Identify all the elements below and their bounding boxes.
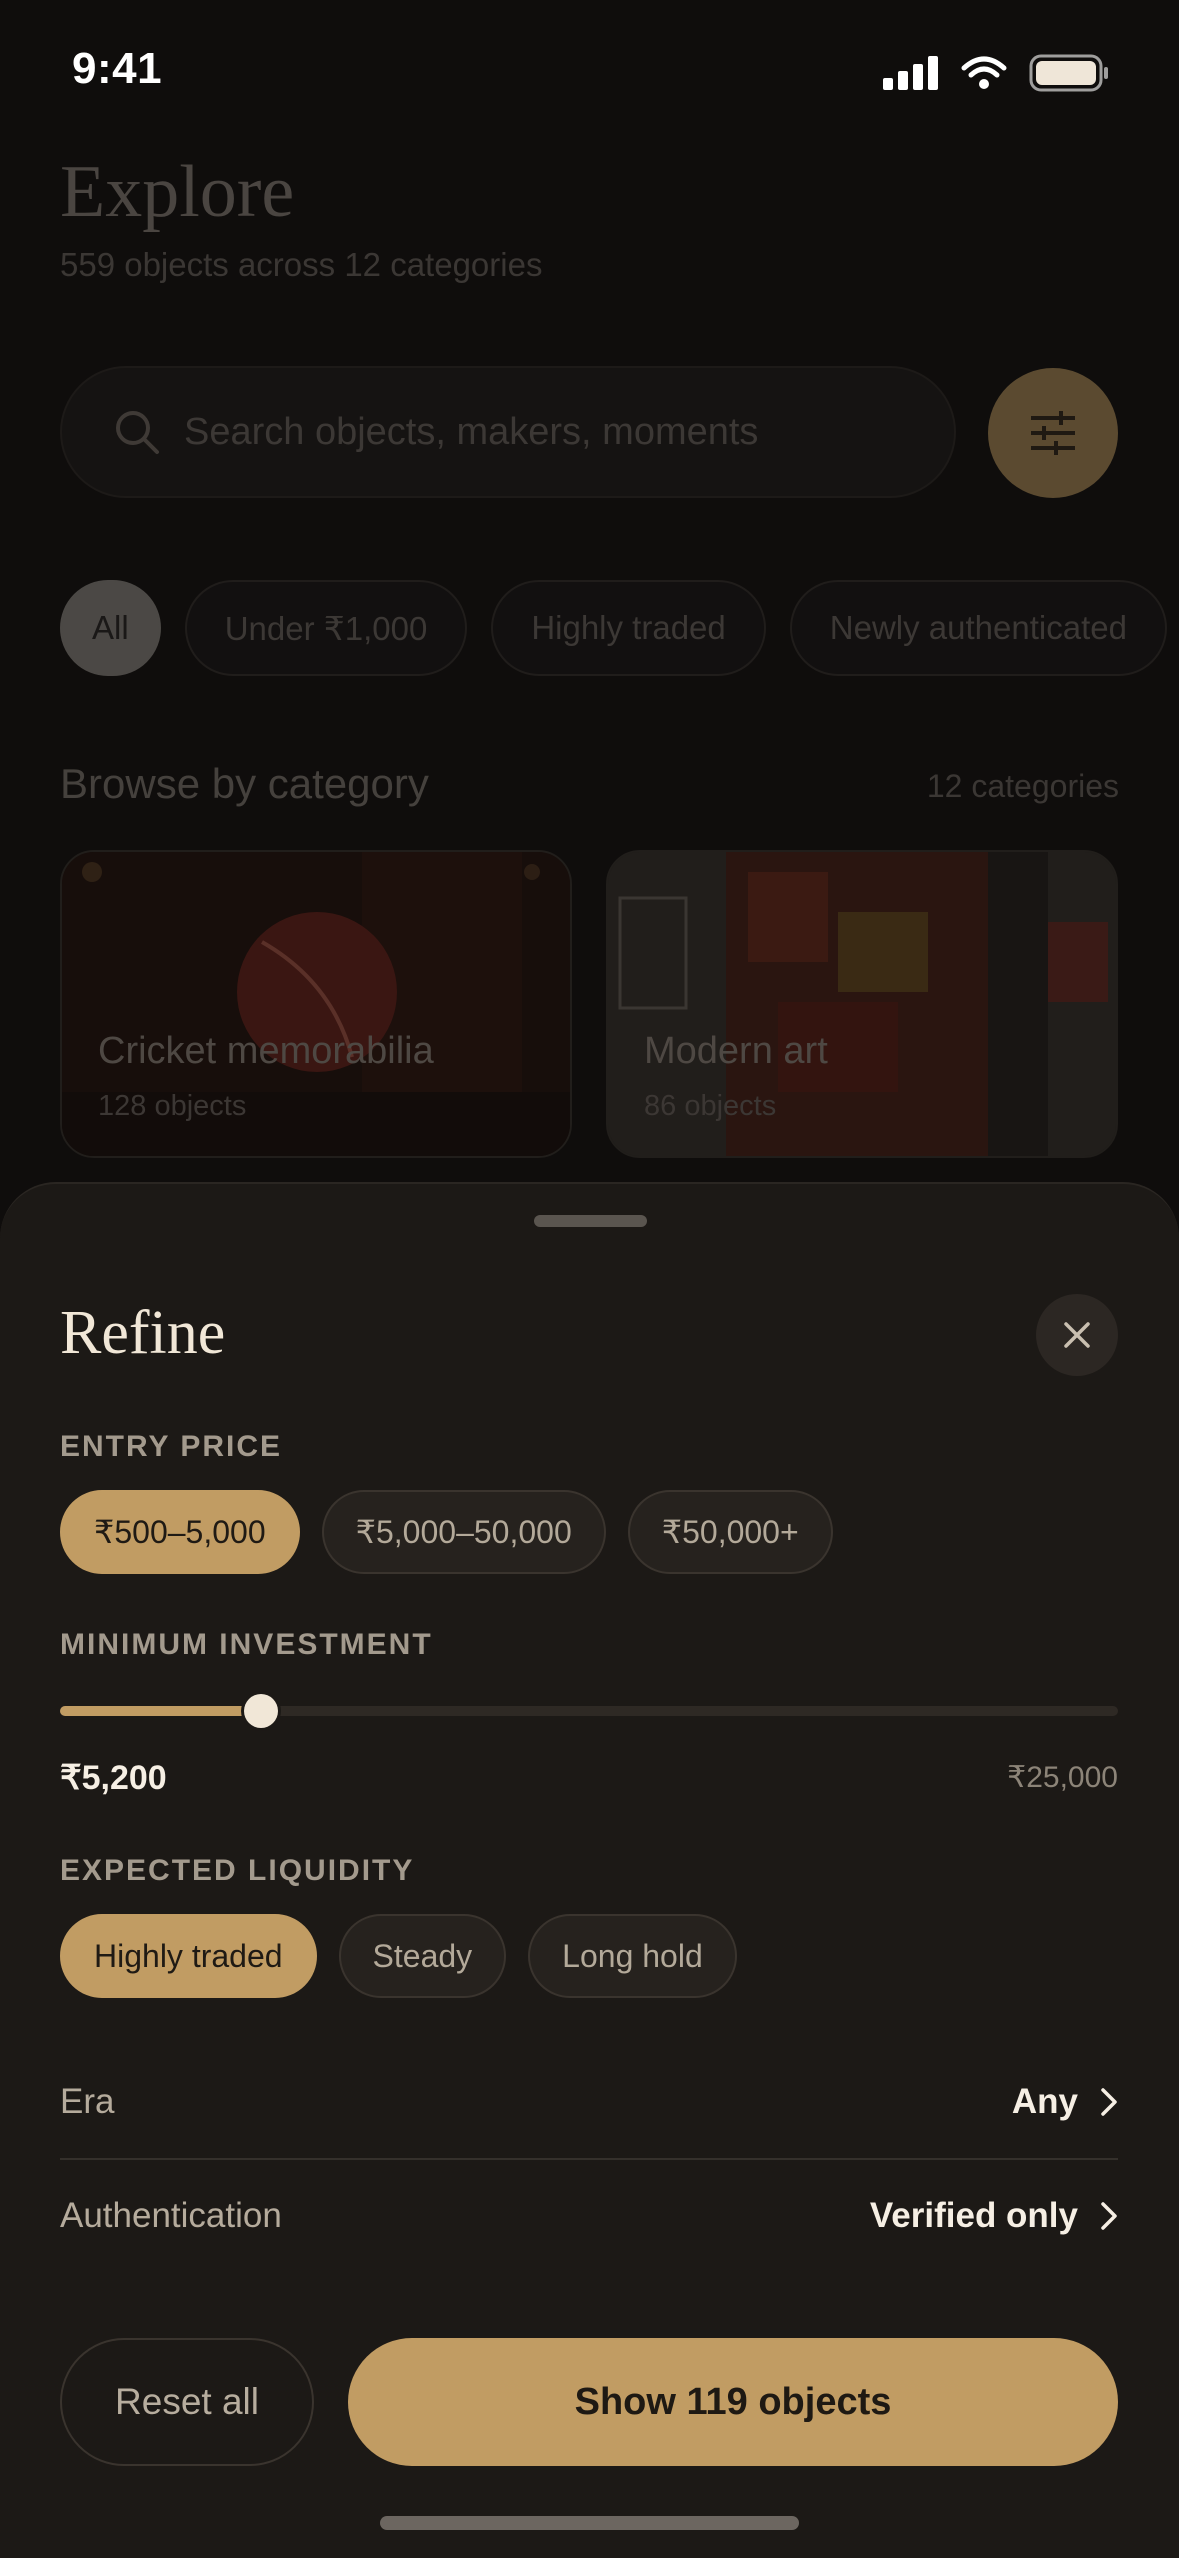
page-subtitle: 559 objects across 12 categories [60,246,543,283]
investment-slider-thumb[interactable] [244,1694,278,1728]
entry-price-label: ENTRY PRICE [60,1430,283,1463]
chip-newly-authenticated[interactable]: Newly authenticated [789,580,1167,676]
close-button[interactable] [1036,1294,1118,1376]
chevron-right-icon [1101,2088,1117,2116]
authentication-row[interactable]: Authentication Verified only [60,2160,1118,2272]
browse-count[interactable]: 12 categories [927,768,1119,805]
max-investment-value: ₹25,000 [1007,1761,1118,1794]
quick-filter-chips: All Under ₹1,000 Highly traded Newly aut… [60,580,1167,676]
category-count: 128 objects [98,1090,247,1122]
price-option-50000-plus[interactable]: ₹50,000+ [627,1490,833,1574]
filter-button[interactable] [988,368,1118,498]
category-count: 86 objects [644,1090,777,1122]
home-indicator[interactable] [380,2516,799,2530]
chip-all[interactable]: All [60,580,161,676]
category-name: Modern art [644,1030,828,1072]
era-value: Any [1011,2082,1078,2121]
authentication-value: Verified only [869,2196,1078,2235]
price-option-5000-50000[interactable]: ₹5,000–50,000 [321,1490,606,1574]
page-title: Explore [60,151,295,233]
min-investment-value: ₹5,200 [60,1759,167,1797]
min-investment-label: MINIMUM INVESTMENT [60,1628,433,1661]
show-results-button[interactable]: Show 119 objects [348,2338,1118,2466]
chip-under-1000[interactable]: Under ₹1,000 [184,580,468,676]
category-card-cricket[interactable]: Cricket memorabilia 128 objects [60,850,572,1158]
search-input[interactable]: Search objects, makers, moments [60,366,956,498]
era-label: Era [60,2082,115,2121]
browse-title: Browse by category [60,760,429,807]
category-name: Cricket memorabilia [98,1030,434,1072]
search-placeholder: Search objects, makers, moments [184,410,759,453]
price-option-500-5000[interactable]: ₹500–5,000 [60,1490,300,1574]
reset-all-button[interactable]: Reset all [60,2338,314,2466]
liquidity-label: EXPECTED LIQUIDITY [60,1854,415,1887]
sheet-title: Refine [60,1299,226,1367]
chip-highly-traded[interactable]: Highly traded [491,580,766,676]
entry-price-options: ₹500–5,000 ₹5,000–50,000 ₹50,000+ [60,1490,833,1574]
liquidity-option-steady[interactable]: Steady [338,1914,507,1998]
sliders-icon [1031,411,1075,455]
liquidity-option-long-hold[interactable]: Long hold [528,1914,737,1998]
liquidity-options: Highly traded Steady Long hold [60,1914,737,1998]
close-icon [1064,1322,1090,1348]
investment-slider-fill [60,1706,261,1716]
authentication-label: Authentication [60,2196,282,2235]
search-icon [116,411,159,454]
era-row[interactable]: Era Any [60,2046,1118,2158]
liquidity-option-highly-traded[interactable]: Highly traded [60,1914,317,1998]
category-card-modern-art[interactable]: Modern art 86 objects [606,850,1118,1158]
chevron-right-icon [1101,2202,1117,2230]
sheet-drag-handle[interactable] [534,1215,647,1227]
